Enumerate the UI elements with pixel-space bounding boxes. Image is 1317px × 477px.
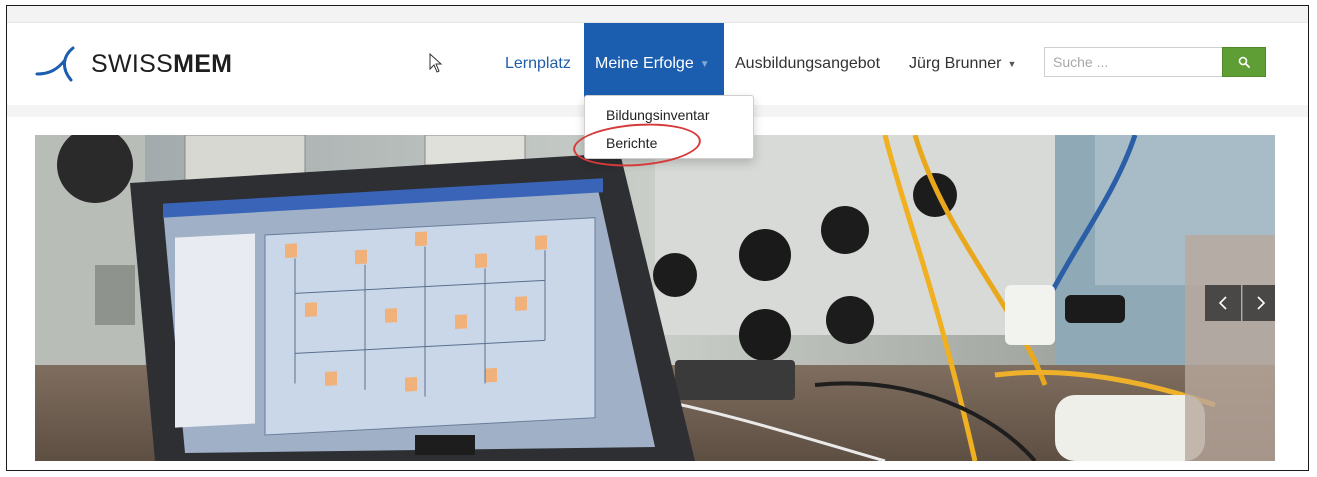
nav-user-menu[interactable]: Jürg Brunner ▼	[909, 23, 1016, 105]
nav-user-label: Jürg Brunner	[909, 55, 1002, 72]
nav-ausbildungsangebot-label: Ausbildungsangebot	[735, 55, 881, 72]
meine-erfolge-dropdown: Bildungsinventar Berichte	[584, 95, 754, 159]
browser-frame: SWISSMEM Lernplatz Meine Erfolge ▼ Ausbi…	[6, 5, 1309, 471]
logo-prefix: SWISS	[91, 49, 174, 78]
nav-meine-erfolge[interactable]: Meine Erfolge ▼	[584, 23, 724, 105]
dropdown-item-berichte[interactable]: Berichte	[606, 135, 657, 151]
dropdown-item-bildungsinventar[interactable]: Bildungsinventar	[606, 107, 710, 123]
nav-meine-erfolge-label: Meine Erfolge	[595, 55, 694, 72]
search-input[interactable]	[1044, 47, 1222, 77]
mouse-cursor-icon	[429, 53, 443, 73]
carousel-next-button[interactable]	[1242, 285, 1275, 321]
swissmem-logo-icon	[35, 46, 75, 82]
navbar: SWISSMEM Lernplatz Meine Erfolge ▼ Ausbi…	[7, 23, 1308, 105]
top-strip	[7, 6, 1308, 23]
carousel-prev-button[interactable]	[1205, 285, 1241, 321]
caret-down-icon: ▼	[1007, 59, 1017, 69]
nav-lernplatz[interactable]: Lernplatz	[505, 23, 571, 105]
hero-photo-laptop-workbench	[35, 135, 1275, 461]
search-icon	[1238, 56, 1250, 68]
search-button[interactable]	[1222, 47, 1266, 77]
swissmem-logo[interactable]: SWISSMEM	[35, 41, 232, 87]
chevron-left-icon	[1218, 296, 1227, 310]
caret-down-icon: ▼	[699, 58, 710, 70]
logo-bold: MEM	[173, 49, 233, 78]
hero-carousel-image	[35, 135, 1275, 461]
nav-lernplatz-label: Lernplatz	[505, 55, 571, 72]
logo-wordmark: SWISSMEM	[91, 50, 232, 79]
chevron-right-icon	[1257, 296, 1266, 310]
nav-ausbildungsangebot[interactable]: Ausbildungsangebot	[735, 23, 880, 105]
